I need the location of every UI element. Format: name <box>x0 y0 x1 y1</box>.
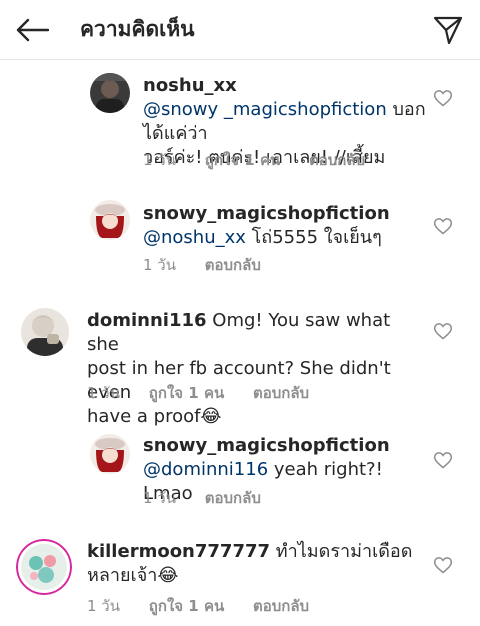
comment-username[interactable]: snowy_magicshopfiction <box>143 203 390 224</box>
mention-link[interactable]: @snowy _magicshopfiction <box>143 99 387 120</box>
reply-comment-4: snowy_magicshopfiction @dominni116 yeah … <box>0 432 480 512</box>
likes-count[interactable]: ถูกใจ 1 คน <box>149 597 224 615</box>
comment-time: 1 วัน <box>143 151 176 169</box>
share-button[interactable] <box>430 12 466 48</box>
reply-button[interactable]: ตอบกลับ <box>253 597 309 615</box>
comment-3: dominni116 Omg! You saw what she post in… <box>0 305 480 427</box>
reply-button[interactable]: ตอบกลับ <box>205 256 261 274</box>
avatar[interactable] <box>21 308 69 356</box>
reply-button[interactable]: ตอบกลับ <box>309 151 365 169</box>
page-title: ความคิดเห็น <box>80 17 195 41</box>
comment-meta: 1 วัน ถูกใจ 1 คน ตอบกลับ <box>87 594 333 618</box>
avatar[interactable] <box>16 539 72 595</box>
comment-time: 1 วัน <box>143 489 176 507</box>
heart-outline-icon[interactable] <box>433 555 453 575</box>
comment-username[interactable]: noshu_xx <box>143 75 237 96</box>
comment-meta: 1 วัน ตอบกลับ <box>143 486 285 510</box>
heart-outline-icon[interactable] <box>433 216 453 236</box>
heart-outline-icon[interactable] <box>433 450 453 470</box>
comment-text: snowy_magicshopfiction @noshu_xx โถ่5555… <box>143 202 433 250</box>
comment-username[interactable]: snowy_magicshopfiction <box>143 435 390 456</box>
reply-button[interactable]: ตอบกลับ <box>253 384 309 402</box>
avatar[interactable] <box>90 73 130 113</box>
paper-plane-icon <box>433 16 463 45</box>
avatar[interactable] <box>90 434 130 474</box>
heart-outline-icon[interactable] <box>433 88 453 108</box>
heart-outline-icon[interactable] <box>433 321 453 341</box>
comment-5: killermoon777777 ทำไมดราม่าเดือด หลายเจ้… <box>0 535 480 626</box>
comment-text: killermoon777777 ทำไมดราม่าเดือด หลายเจ้… <box>87 540 427 588</box>
reply-button[interactable]: ตอบกลับ <box>205 489 261 507</box>
comment-body-line3: have a proof😂 <box>87 406 222 427</box>
comment-body: โถ่5555 ใจเย็นๆ <box>245 227 382 248</box>
reply-comment-2: snowy_magicshopfiction @noshu_xx โถ่5555… <box>0 198 480 278</box>
back-button[interactable] <box>12 12 52 48</box>
comment-username[interactable]: killermoon777777 <box>87 541 270 562</box>
arrow-left-icon <box>16 18 49 42</box>
comment-time: 1 วัน <box>87 597 120 615</box>
comment-meta: 1 วัน ถูกใจ 1 คน ตอบกลับ <box>87 381 333 405</box>
mention-link[interactable]: @noshu_xx <box>143 227 246 248</box>
comment-time: 1 วัน <box>87 384 120 402</box>
likes-count[interactable]: ถูกใจ 1 คน <box>205 151 280 169</box>
mention-link[interactable]: @dominni116 <box>143 459 268 480</box>
reply-comment-1: noshu_xx @snowy _magicshopfiction บอกได้… <box>0 70 480 170</box>
avatar[interactable] <box>90 200 130 240</box>
comment-text: dominni116 Omg! You saw what she post in… <box>87 309 427 429</box>
comment-meta: 1 วัน ถูกใจ 1 คน ตอบกลับ <box>143 148 389 172</box>
likes-count[interactable]: ถูกใจ 1 คน <box>149 384 224 402</box>
comment-body-line2: หลายเจ้า😂 <box>87 565 179 586</box>
comments-header: ความคิดเห็น <box>0 0 480 60</box>
comment-time: 1 วัน <box>143 256 176 274</box>
comment-username[interactable]: dominni116 <box>87 310 207 331</box>
comment-body: ทำไมดราม่าเดือด <box>270 541 413 562</box>
comment-meta: 1 วัน ตอบกลับ <box>143 253 285 277</box>
